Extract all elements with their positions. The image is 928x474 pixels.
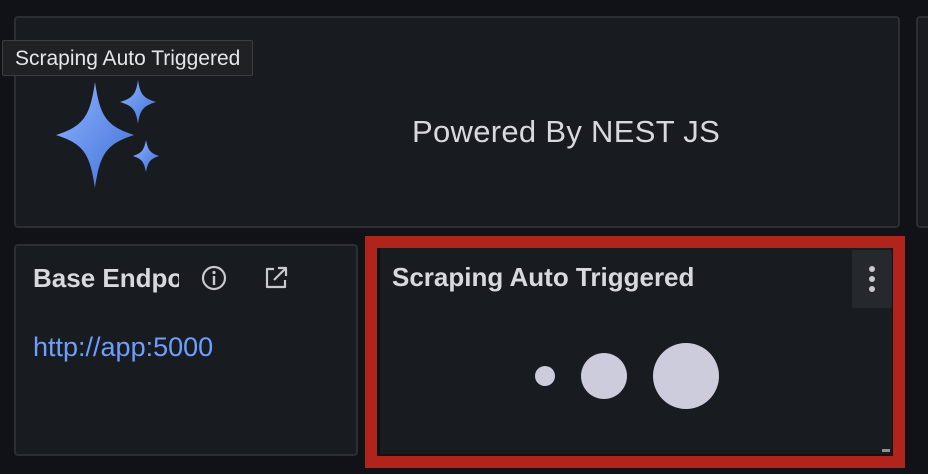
sparkle-icon	[56, 80, 159, 188]
scraping-panel-title: Scraping Auto Triggered	[392, 262, 695, 292]
powered-by-text: Powered By NEST JS	[412, 114, 721, 149]
adjacent-panel	[916, 16, 928, 228]
dashboard: Powered By NEST JS Base Endpoint http://…	[0, 0, 928, 474]
loading-indicator	[535, 343, 719, 409]
base-endpoint-title: Base Endpoint	[33, 263, 179, 293]
scraping-panel[interactable]: Scraping Auto Triggered	[380, 248, 892, 454]
tooltip: Scraping Auto Triggered	[2, 40, 254, 76]
resize-handle[interactable]	[882, 449, 890, 452]
info-icon[interactable]	[199, 263, 229, 293]
external-link-icon[interactable]	[261, 263, 291, 293]
kebab-menu-icon[interactable]	[852, 250, 892, 308]
base-endpoint-link[interactable]: http://app:5000	[33, 332, 213, 363]
base-endpoint-panel: Base Endpoint http://app:5000	[14, 244, 358, 456]
